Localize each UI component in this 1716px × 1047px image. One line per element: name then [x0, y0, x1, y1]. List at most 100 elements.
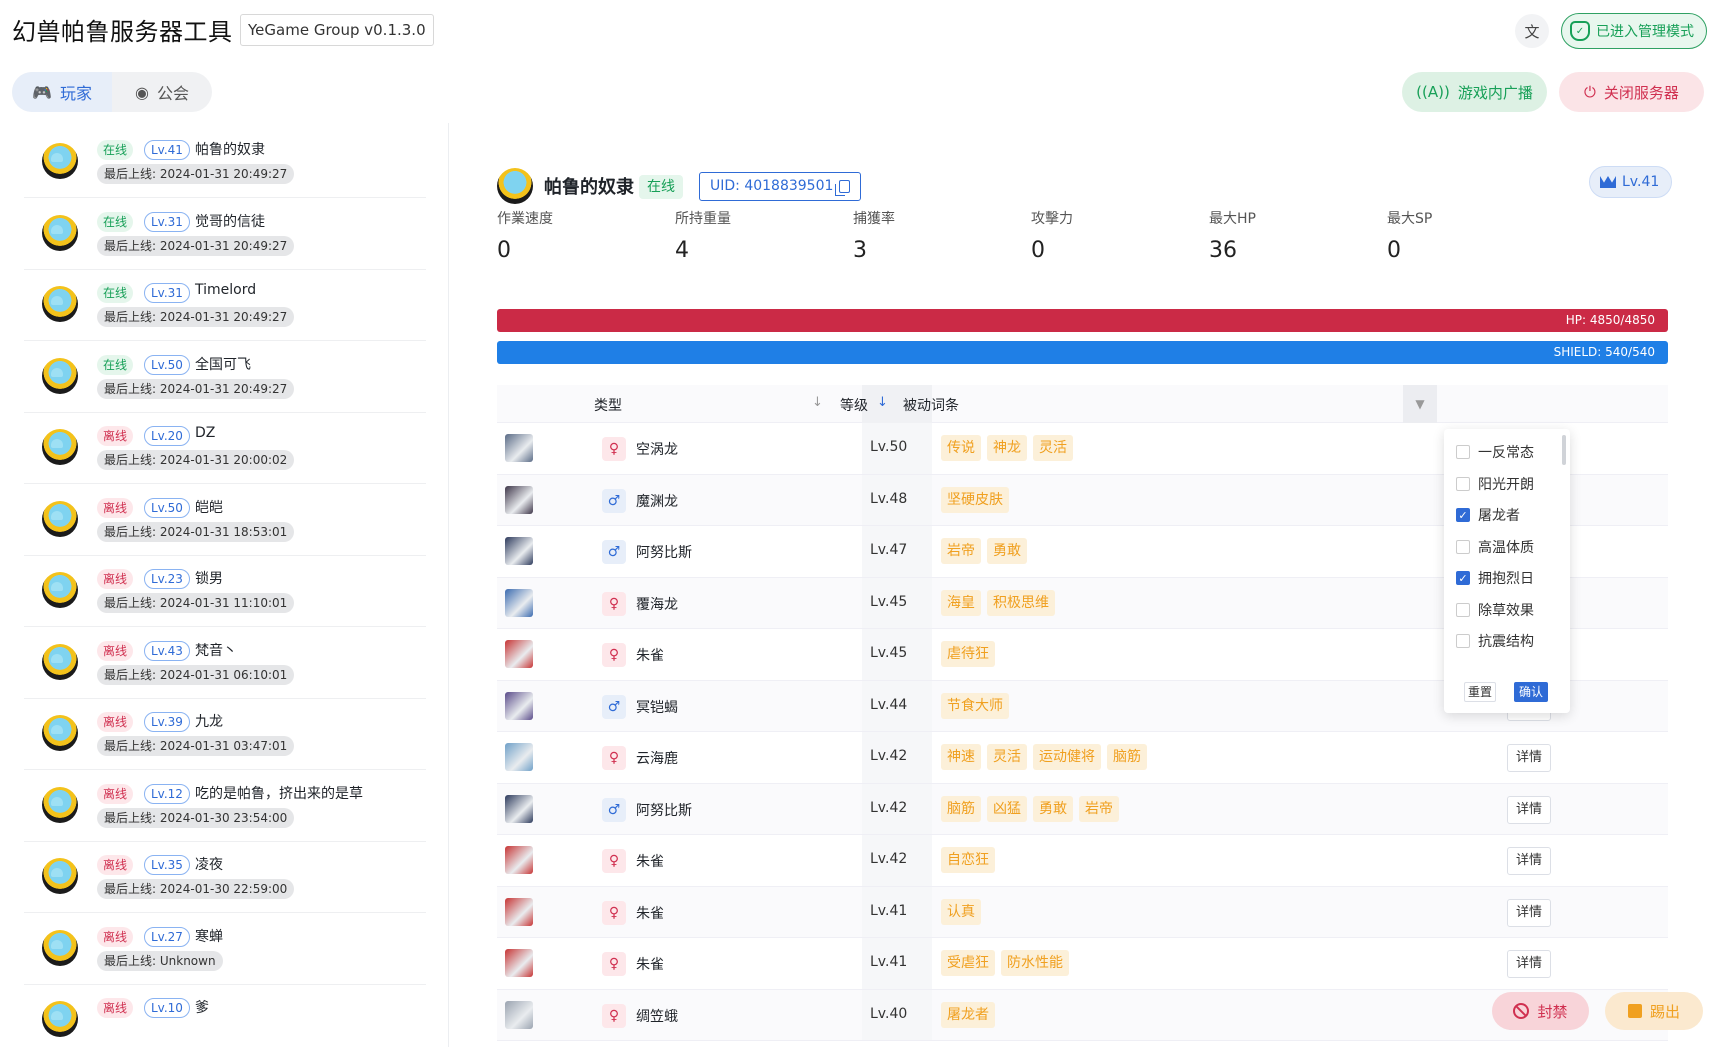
filter-option[interactable]: 除草效果 [1456, 599, 1534, 621]
detail-button[interactable]: 详情 [1507, 950, 1551, 978]
skill-tag: 岩帝 [1079, 795, 1119, 822]
filter-confirm-button[interactable]: 确认 [1514, 682, 1548, 702]
detail-button[interactable]: 详情 [1507, 744, 1551, 772]
translate-icon: 文 [1524, 22, 1540, 41]
stat-label: 最大HP [1209, 211, 1256, 227]
female-icon: ♀ [602, 1003, 626, 1028]
stat-label: 最大SP [1387, 211, 1433, 227]
skill-tag: 海皇 [941, 589, 981, 616]
passive-skills: 认真 [941, 898, 981, 925]
male-icon: ♂ [602, 540, 626, 564]
player-list-item[interactable]: 在线 Lv.31 觉哥的信徒 最后上线: 2024-01-31 20:49:27 [24, 199, 426, 270]
version-tag: YeGame Group v0.1.3.0 [240, 14, 434, 46]
player-avatar [497, 168, 533, 204]
player-list-item[interactable]: 离线 Lv.27 寒蝉 最后上线: Unknown [24, 914, 426, 985]
stat-work-speed: 作業速度 0 [497, 208, 553, 263]
filter-option[interactable]: 一反常态 [1456, 441, 1534, 463]
crown-icon [1600, 176, 1616, 188]
female-icon: ♀ [602, 591, 626, 616]
type-column-header[interactable]: 类型 [594, 395, 622, 415]
filter-icon[interactable]: ▼ [1403, 385, 1437, 423]
pal-icon [505, 897, 533, 926]
filter-option[interactable]: 阳光开朗 [1456, 473, 1534, 495]
detail-button[interactable]: 详情 [1507, 847, 1551, 875]
checkbox[interactable]: ✓ [1456, 571, 1470, 585]
player-avatar [42, 572, 78, 608]
detail-button[interactable]: 详情 [1507, 898, 1551, 927]
male-icon: ♂ [602, 488, 626, 513]
sort-arrow-icon[interactable]: ↓ [812, 395, 823, 410]
broadcast-icon: ((A)) [1416, 83, 1450, 101]
pal-name: 冥铠蝎 [636, 699, 678, 716]
player-list-item[interactable]: 离线 Lv.35 凌夜 最后上线: 2024-01-30 22:59:00 [24, 842, 426, 913]
player-list-item[interactable]: 离线 Lv.23 锁男 最后上线: 2024-01-31 11:10:01 [24, 556, 426, 627]
player-list-item[interactable]: 在线 Lv.41 帕鲁的奴隶 最后上线: 2024-01-31 20:49:27 [24, 127, 426, 198]
filter-reset-button[interactable]: 重置 [1464, 682, 1496, 702]
checkbox[interactable] [1456, 445, 1470, 459]
table-row: ♀ 云海鹿 Lv.42 神速 灵活 运动健将 脑筋 详情 [497, 732, 1668, 784]
filter-option[interactable]: 抗震结构 [1456, 630, 1534, 652]
player-list-item[interactable]: 在线 Lv.31 Timelord 最后上线: 2024-01-31 20:49:27 [24, 270, 426, 341]
checkbox[interactable]: ✓ [1456, 508, 1470, 522]
group-icon: ◉ [135, 82, 149, 102]
player-list-item[interactable]: 离线 Lv.50 皑皑 最后上线: 2024-01-31 18:53:01 [24, 485, 426, 556]
player-list-item[interactable]: 离线 Lv.20 DZ 最后上线: 2024-01-31 20:00:02 [24, 413, 426, 484]
kick-button[interactable]: 踢出 [1605, 992, 1703, 1030]
pal-level: Lv.44 [870, 696, 908, 713]
player-avatar [42, 357, 78, 394]
checkbox[interactable] [1456, 602, 1470, 617]
filter-option[interactable]: ✓ 拥抱烈日 [1456, 567, 1534, 589]
level-badge: Lv.31 [144, 283, 190, 303]
level-column-header[interactable]: 等级 [840, 395, 868, 415]
pal-name: 朱雀 [636, 957, 664, 973]
player-list-item[interactable]: 离线 Lv.43 梵音丶 最后上线: 2024-01-31 06:10:01 [24, 628, 426, 699]
level-badge: Lv.20 [144, 426, 190, 446]
player-list-item[interactable]: 离线 Lv.39 九龙 最后上线: 2024-01-31 03:47:01 [24, 699, 426, 770]
ban-button[interactable]: 封禁 [1492, 992, 1589, 1030]
player-avatar [42, 858, 78, 894]
tab-players[interactable]: 🎮 玩家 [12, 72, 112, 112]
level-badge: Lv.23 [144, 569, 190, 589]
tab-guilds[interactable]: ◉ 公会 [112, 72, 212, 112]
pal-icon [505, 640, 533, 668]
last-seen-badge: 最后上线: 2024-01-31 18:53:01 [97, 521, 295, 542]
skill-tag: 节食大师 [941, 692, 1009, 719]
last-seen-badge: 最后上线: 2024-01-31 20:49:27 [97, 307, 295, 327]
player-list-item[interactable]: 在线 Lv.50 全国可飞 最后上线: 2024-01-31 20:49:27 [24, 342, 426, 413]
status-badge: 在线 [97, 354, 134, 375]
pal-name: 朱雀 [636, 905, 664, 922]
uid-copy-button[interactable]: UID: 4018839501 [699, 172, 862, 201]
sort-arrow-icon[interactable]: ↓ [877, 395, 888, 410]
admin-mode-button[interactable]: ✓ 已进入管理模式 [1561, 13, 1707, 49]
pal-name: 阿努比斯 [636, 802, 692, 819]
broadcast-button[interactable]: ((A)) 游戏内广播 [1402, 72, 1547, 112]
player-list-item[interactable]: 离线 Lv.12 吃的是帕鲁，挤出来的是草 最后上线: 2024-01-30 23:5… [24, 771, 426, 842]
stat-label: 作業速度 [497, 211, 553, 227]
pal-icon [505, 743, 533, 771]
passive-skills: 坚硬皮肤 [941, 486, 1009, 513]
checkbox[interactable] [1456, 476, 1470, 491]
player-list-item[interactable]: 离线 Lv.10 爹 [24, 985, 426, 1047]
player-avatar [42, 786, 78, 823]
language-button[interactable]: 文 [1515, 14, 1549, 48]
filter-option-label: 除草效果 [1478, 602, 1534, 619]
checkbox[interactable] [1456, 539, 1470, 554]
shield-bar: SHIELD: 540/540 [497, 341, 1668, 364]
table-row: ♀ 朱雀 Lv.41 认真 详情 [497, 886, 1668, 938]
level-badge: Lv.50 [144, 497, 190, 518]
last-seen-badge: 最后上线: 2024-01-31 11:10:01 [97, 593, 295, 613]
player-level-badge: Lv.41 [1589, 166, 1673, 198]
skill-tag: 传说 [941, 435, 981, 461]
skill-tag: 勇敢 [1033, 795, 1073, 822]
filter-option[interactable]: 高温体质 [1456, 536, 1534, 558]
male-icon: ♂ [602, 797, 626, 822]
shutdown-button[interactable]: ⏻ 关闭服务器 [1559, 72, 1704, 112]
checkbox[interactable] [1456, 634, 1470, 648]
level-badge: Lv.12 [144, 783, 190, 804]
passive-skills: 受虐狂 防水性能 [941, 950, 1069, 976]
filter-scrollbar[interactable] [1562, 435, 1566, 465]
female-icon: ♀ [602, 952, 626, 976]
filter-option[interactable]: ✓ 屠龙者 [1456, 504, 1520, 526]
detail-button[interactable]: 详情 [1507, 795, 1551, 824]
stat-max-hp: 最大HP 36 [1209, 208, 1256, 263]
